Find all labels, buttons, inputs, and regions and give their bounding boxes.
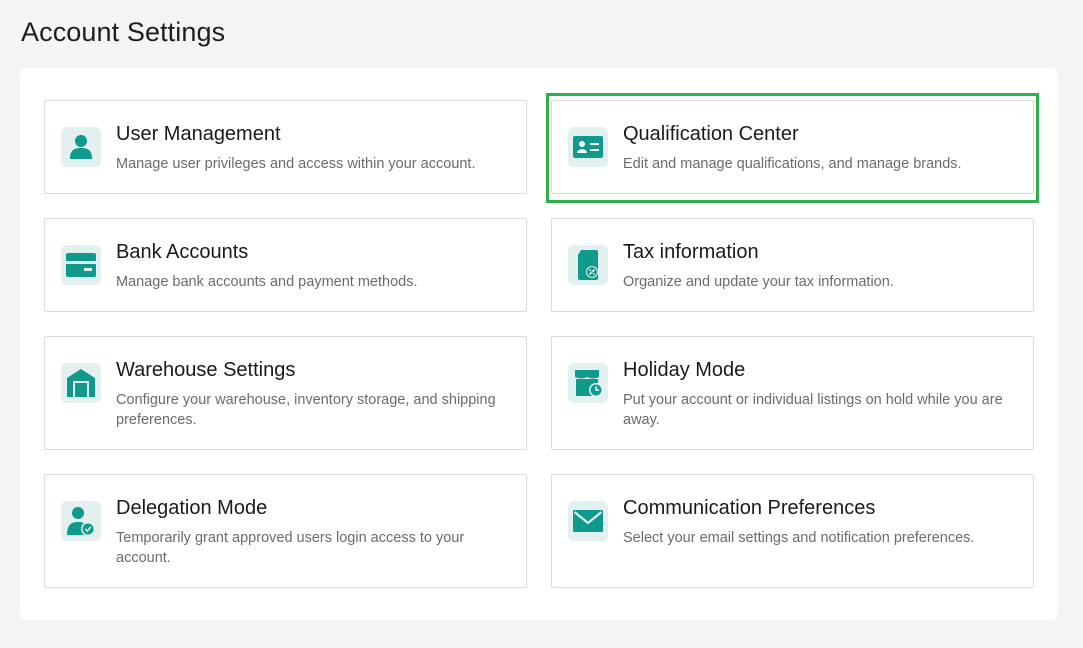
card-delegation-mode[interactable]: Delegation Mode Temporarily grant approv… — [44, 474, 527, 588]
user-icon — [61, 127, 101, 167]
card-holiday-mode[interactable]: Holiday Mode Put your account or individ… — [551, 336, 1034, 450]
card-description: Put your account or individual listings … — [623, 392, 1003, 428]
card-description: Manage user privileges and access within… — [116, 156, 476, 172]
card-title: User Management — [116, 123, 281, 145]
card-bank-accounts[interactable]: Bank Accounts Manage bank accounts and p… — [44, 218, 527, 312]
card-title: Qualification Center — [623, 123, 799, 145]
card-title: Communication Preferences — [623, 497, 876, 519]
card-qualification-center[interactable]: Qualification Center Edit and manage qua… — [551, 100, 1034, 194]
card-description: Edit and manage qualifications, and mana… — [623, 156, 962, 172]
card-title: Holiday Mode — [623, 359, 746, 381]
tax-document-icon — [568, 245, 608, 285]
card-description: Temporarily grant approved users login a… — [116, 530, 465, 566]
card-title: Bank Accounts — [116, 241, 249, 263]
card-user-management[interactable]: User Management Manage user privileges a… — [44, 100, 527, 194]
credit-card-icon — [61, 245, 101, 285]
card-description: Organize and update your tax information… — [623, 274, 894, 290]
card-title: Tax information — [623, 241, 759, 263]
page-title: Account Settings — [21, 17, 226, 47]
card-warehouse-settings[interactable]: Warehouse Settings Configure your wareho… — [44, 336, 527, 450]
card-title: Warehouse Settings — [116, 359, 296, 381]
user-check-icon — [61, 501, 101, 541]
store-clock-icon — [568, 363, 608, 403]
warehouse-icon — [61, 363, 101, 403]
card-description: Manage bank accounts and payment methods… — [116, 274, 418, 290]
card-description: Select your email settings and notificat… — [623, 530, 975, 546]
card-tax-information[interactable]: Tax information Organize and update your… — [551, 218, 1034, 312]
id-card-icon — [568, 127, 608, 167]
card-title: Delegation Mode — [116, 497, 268, 519]
card-description: Configure your warehouse, inventory stor… — [116, 392, 496, 428]
card-communication-preferences[interactable]: Communication Preferences Select your em… — [551, 474, 1034, 588]
envelope-icon — [568, 501, 608, 541]
